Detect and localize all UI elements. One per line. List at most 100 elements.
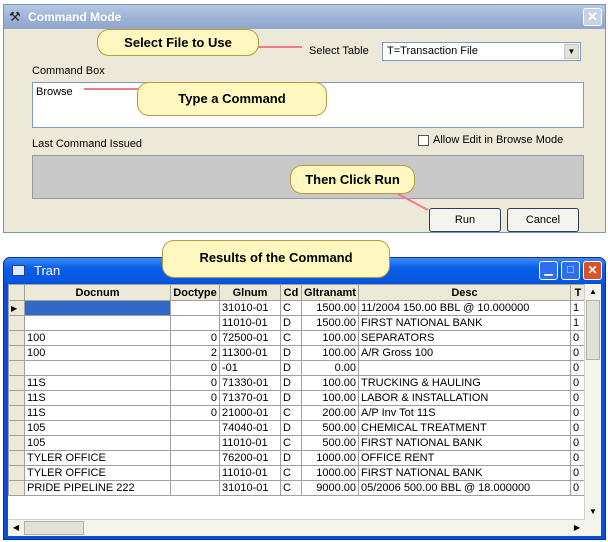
table-cell[interactable]: 100: [24, 330, 171, 346]
table-cell[interactable]: 71370-01: [219, 390, 281, 406]
table-cell[interactable]: TRUCKING & HAULING: [358, 375, 571, 391]
table-cell[interactable]: OFFICE RENT: [358, 450, 571, 466]
row-indicator[interactable]: [8, 435, 25, 451]
table-cell[interactable]: 31010-01: [219, 480, 281, 496]
table-cell[interactable]: [24, 300, 171, 316]
table-cell[interactable]: 200.00: [301, 405, 359, 421]
table-cell[interactable]: SEPARATORS: [358, 330, 571, 346]
maximize-icon[interactable]: □: [561, 261, 580, 280]
row-indicator[interactable]: [8, 450, 25, 466]
table-cell[interactable]: 0: [170, 330, 220, 346]
table-row[interactable]: TYLER OFFICE 76200-01 D 1000.00 OFFICE RENT 0: [8, 450, 586, 466]
table-cell[interactable]: 74040-01: [219, 420, 281, 436]
table-cell[interactable]: D: [280, 450, 302, 466]
table-cell[interactable]: TYLER OFFICE: [24, 465, 171, 481]
table-cell[interactable]: 11/2004 150.00 BBL @ 10.000000: [358, 300, 571, 316]
horizontal-scrollbar[interactable]: ◀ ▶: [8, 519, 585, 536]
table-cell[interactable]: 0.00: [301, 360, 359, 376]
row-indicator[interactable]: [8, 330, 25, 346]
column-header[interactable]: Glnum: [219, 284, 281, 301]
table-row[interactable]: 105 11010-01 C 500.00 FIRST NATIONAL BANK 0: [8, 435, 586, 451]
table-cell[interactable]: [170, 450, 220, 466]
table-row[interactable]: 11010-01 D 1500.00 FIRST NATIONAL BANK 1: [8, 315, 586, 331]
column-header[interactable]: Desc: [358, 284, 571, 301]
table-cell[interactable]: C: [280, 405, 302, 421]
table-row[interactable]: PRIDE PIPELINE 222 31010-01 C 9000.00 05/200…: [8, 480, 586, 496]
scroll-thumb[interactable]: [586, 300, 600, 360]
table-cell[interactable]: 1000.00: [301, 465, 359, 481]
table-cell[interactable]: 100.00: [301, 375, 359, 391]
chevron-down-icon[interactable]: ▼: [564, 44, 579, 59]
row-indicator[interactable]: [8, 375, 25, 391]
column-header[interactable]: Cd: [280, 284, 302, 301]
row-indicator[interactable]: [8, 390, 25, 406]
table-cell[interactable]: 11300-01: [219, 345, 281, 361]
scroll-right-icon[interactable]: ▶: [569, 520, 585, 536]
table-row[interactable]: 100 2 11300-01 D 100.00 A/R Gross 100 0: [8, 345, 586, 361]
table-cell[interactable]: D: [280, 420, 302, 436]
table-cell[interactable]: 100.00: [301, 390, 359, 406]
cancel-button[interactable]: Cancel: [507, 208, 579, 232]
minimize-icon[interactable]: ▁: [539, 261, 558, 280]
row-indicator[interactable]: [8, 420, 25, 436]
table-cell[interactable]: 105: [24, 420, 171, 436]
table-cell[interactable]: 72500-01: [219, 330, 281, 346]
table-cell[interactable]: 11S: [24, 405, 171, 421]
table-cell[interactable]: A/R Gross 100: [358, 345, 571, 361]
table-cell[interactable]: 105: [24, 435, 171, 451]
table-cell[interactable]: D: [280, 360, 302, 376]
table-cell[interactable]: A/P Inv Tot 11S: [358, 405, 571, 421]
table-cell[interactable]: LABOR & INSTALLATION: [358, 390, 571, 406]
scroll-left-icon[interactable]: ◀: [8, 520, 24, 536]
row-indicator[interactable]: ▶: [8, 300, 25, 316]
column-header[interactable]: Gltranamt: [301, 284, 359, 301]
table-cell[interactable]: TYLER OFFICE: [24, 450, 171, 466]
table-row[interactable]: TYLER OFFICE 11010-01 C 1000.00 FIRST NATION…: [8, 465, 586, 481]
table-cell[interactable]: D: [280, 375, 302, 391]
dialog-title-bar[interactable]: ⚒ Command Mode ✕: [4, 5, 605, 29]
close-icon[interactable]: ✕: [583, 261, 602, 280]
table-cell[interactable]: 21000-01: [219, 405, 281, 421]
table-cell[interactable]: [170, 480, 220, 496]
table-row[interactable]: ▶ 31010-01 C 1500.00 11/2004 150.00 BBL @ 10…: [8, 300, 586, 316]
table-cell[interactable]: D: [280, 390, 302, 406]
table-cell[interactable]: 71330-01: [219, 375, 281, 391]
table-cell[interactable]: 0: [170, 390, 220, 406]
table-cell[interactable]: 11010-01: [219, 435, 281, 451]
table-row[interactable]: 11S 0 71370-01 D 100.00 LABOR & INSTALLATION 0: [8, 390, 586, 406]
hscroll-thumb[interactable]: [24, 521, 84, 535]
table-cell[interactable]: D: [280, 315, 302, 331]
row-indicator[interactable]: [8, 345, 25, 361]
vertical-scrollbar[interactable]: ▲ ▼: [584, 284, 601, 536]
table-cell[interactable]: 100.00: [301, 330, 359, 346]
table-cell[interactable]: 11S: [24, 390, 171, 406]
scroll-down-icon[interactable]: ▼: [585, 504, 601, 520]
table-row[interactable]: 105 74040-01 D 500.00 CHEMICAL TREATMENT 0: [8, 420, 586, 436]
close-icon[interactable]: ✕: [583, 8, 602, 26]
table-cell[interactable]: C: [280, 465, 302, 481]
table-cell[interactable]: 11010-01: [219, 465, 281, 481]
run-button[interactable]: Run: [429, 208, 501, 232]
table-cell[interactable]: 0: [170, 360, 220, 376]
row-indicator[interactable]: [8, 465, 25, 481]
table-cell[interactable]: 11S: [24, 375, 171, 391]
table-cell[interactable]: 100: [24, 345, 171, 361]
table-cell[interactable]: [24, 315, 171, 331]
table-cell[interactable]: [24, 360, 171, 376]
table-cell[interactable]: FIRST NATIONAL BANK: [358, 315, 571, 331]
table-row[interactable]: 100 0 72500-01 C 100.00 SEPARATORS 0: [8, 330, 586, 346]
table-row[interactable]: 0 -01 D 0.00 0: [8, 360, 586, 376]
table-cell[interactable]: [170, 435, 220, 451]
allow-edit-checkbox[interactable]: [418, 135, 429, 146]
table-cell[interactable]: 31010-01: [219, 300, 281, 316]
table-cell[interactable]: 100.00: [301, 345, 359, 361]
table-cell[interactable]: FIRST NATIONAL BANK: [358, 465, 571, 481]
table-cell[interactable]: C: [280, 480, 302, 496]
table-cell[interactable]: 05/2006 500.00 BBL @ 18.000000: [358, 480, 571, 496]
table-cell[interactable]: 0: [170, 405, 220, 421]
table-cell[interactable]: 500.00: [301, 420, 359, 436]
table-row[interactable]: 11S 0 21000-01 C 200.00 A/P Inv Tot 11S 0: [8, 405, 586, 421]
table-cell[interactable]: [170, 300, 220, 316]
table-cell[interactable]: [358, 360, 571, 376]
table-cell[interactable]: -01: [219, 360, 281, 376]
